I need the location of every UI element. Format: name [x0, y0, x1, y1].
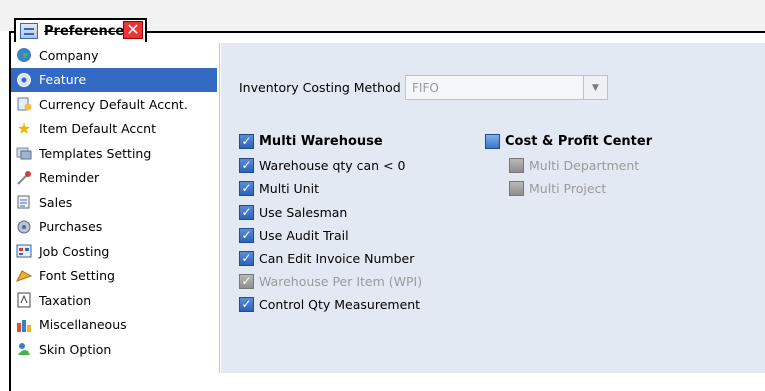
font-icon [15, 267, 33, 285]
sidebar-item-label: Miscellaneous [39, 317, 127, 333]
sidebar-item-taxation[interactable]: Taxation [11, 288, 219, 313]
multi-warehouse-checkbox[interactable]: ✓ Multi Warehouse [239, 134, 383, 149]
checkbox-checked-icon: ✓ [239, 297, 254, 312]
can-edit-invoice-number-checkbox[interactable]: ✓ Can Edit Invoice Number [239, 251, 414, 266]
sidebar-item-label: Job Costing [39, 243, 110, 259]
sidebar-item-label: Purchases [39, 219, 103, 235]
sidebar-item-label: Company [39, 47, 99, 63]
templates-icon [15, 144, 33, 162]
control-qty-measurement-checkbox[interactable]: ✓ Control Qty Measurement [239, 297, 420, 312]
sidebar-item-skin-option[interactable]: Skin Option [11, 337, 219, 362]
multi-unit-checkbox[interactable]: ✓ Multi Unit [239, 181, 319, 196]
checkbox-label: Warehouse Per Item (WPI) [259, 274, 423, 289]
job-costing-icon [15, 242, 33, 260]
checkbox-checked-icon: ✓ [239, 181, 254, 196]
checkbox-unchecked-icon: ✓ [509, 158, 524, 173]
warehouse-qty-negative-checkbox[interactable]: ✓ Warehouse qty can < 0 [239, 158, 405, 173]
reminder-icon [15, 169, 33, 187]
checkbox-label: Control Qty Measurement [259, 297, 421, 312]
sidebar-item-label: Templates Setting [39, 145, 152, 161]
checkbox-unchecked-icon: ✓ [509, 181, 524, 196]
cost-profit-center-checkbox[interactable]: ✓ Cost & Profit Center [485, 134, 652, 149]
sidebar-item-purchases[interactable]: Purchases [11, 215, 219, 240]
sidebar-item-item-default-accnt[interactable]: ★ Item Default Accnt [11, 117, 219, 142]
sidebar-item-label: Skin Option [39, 341, 112, 357]
gear-icon [15, 71, 33, 89]
globe-icon [15, 46, 33, 64]
window-icon [20, 23, 38, 39]
sidebar-item-label: Currency Default Accnt. [39, 96, 188, 112]
close-icon[interactable]: ✕ [123, 21, 143, 39]
checkbox-checked-icon: ✓ [239, 158, 254, 173]
star-icon: ★ [16, 118, 32, 138]
sidebar-item-reminder[interactable]: Reminder [11, 166, 219, 191]
checkbox-label: Can Edit Invoice Number [259, 251, 415, 266]
checkbox-unchecked-icon: ✓ [485, 134, 500, 149]
sidebar-item-currency-default-accnt[interactable]: Currency Default Accnt. [11, 92, 219, 117]
costing-method-value: FIFO [412, 81, 439, 95]
sidebar-item-label: Feature [39, 72, 87, 88]
sidebar-item-label: Font Setting [39, 268, 115, 284]
purchases-icon [15, 218, 33, 236]
checkbox-label: Cost & Profit Center [505, 134, 653, 149]
checkbox-label: Use Salesman [259, 205, 348, 220]
currency-icon [15, 95, 33, 113]
warehouse-per-item-checkbox: ✓ Warehouse Per Item (WPI) [239, 274, 422, 289]
sidebar-item-label: Sales [39, 194, 73, 210]
taxation-icon [15, 291, 33, 309]
sidebar-item-feature[interactable]: Feature [11, 67, 217, 92]
sales-icon [15, 193, 33, 211]
skin-icon [15, 340, 33, 358]
use-salesman-checkbox[interactable]: ✓ Use Salesman [239, 205, 347, 220]
multi-department-checkbox: ✓ Multi Department [509, 158, 639, 173]
preference-sidebar: Company Feature Currency Default Accnt. … [11, 43, 220, 373]
checkbox-checked-icon: ✓ [239, 228, 254, 243]
feature-panel: Inventory Costing Method FIFO ▼ ✓ Multi … [221, 43, 765, 373]
sidebar-item-company[interactable]: Company [11, 43, 219, 68]
sidebar-item-templates-setting[interactable]: Templates Setting [11, 141, 219, 166]
checkbox-checked-icon: ✓ [239, 134, 254, 149]
tab-title: Preference [44, 23, 125, 39]
sidebar-item-label: Reminder [39, 170, 100, 186]
checkbox-label: Use Audit Trail [259, 228, 349, 243]
miscellaneous-icon [15, 316, 33, 334]
sidebar-item-label: Taxation [39, 292, 92, 308]
sidebar-item-font-setting[interactable]: Font Setting [11, 264, 219, 289]
checkbox-checked-icon: ✓ [239, 205, 254, 220]
checkbox-label: Warehouse qty can < 0 [259, 158, 406, 173]
checkbox-checked-icon: ✓ [239, 251, 254, 266]
chevron-down-icon[interactable]: ▼ [583, 76, 607, 99]
tab-preference[interactable]: Preference ✕ [14, 18, 147, 42]
multi-project-checkbox: ✓ Multi Project [509, 181, 606, 196]
checkbox-label: Multi Project [529, 181, 607, 196]
checkbox-label: Multi Unit [259, 181, 319, 196]
costing-method-label: Inventory Costing Method [239, 80, 401, 95]
sidebar-item-sales[interactable]: Sales [11, 190, 219, 215]
costing-method-select[interactable]: FIFO ▼ [405, 75, 608, 100]
use-audit-trail-checkbox[interactable]: ✓ Use Audit Trail [239, 228, 349, 243]
sidebar-item-job-costing[interactable]: Job Costing [11, 239, 219, 264]
sidebar-item-label: Item Default Accnt [39, 121, 156, 137]
checkbox-checked-icon: ✓ [239, 274, 254, 289]
checkbox-label: Multi Warehouse [259, 134, 383, 149]
checkbox-label: Multi Department [529, 158, 640, 173]
sidebar-item-miscellaneous[interactable]: Miscellaneous [11, 313, 219, 338]
